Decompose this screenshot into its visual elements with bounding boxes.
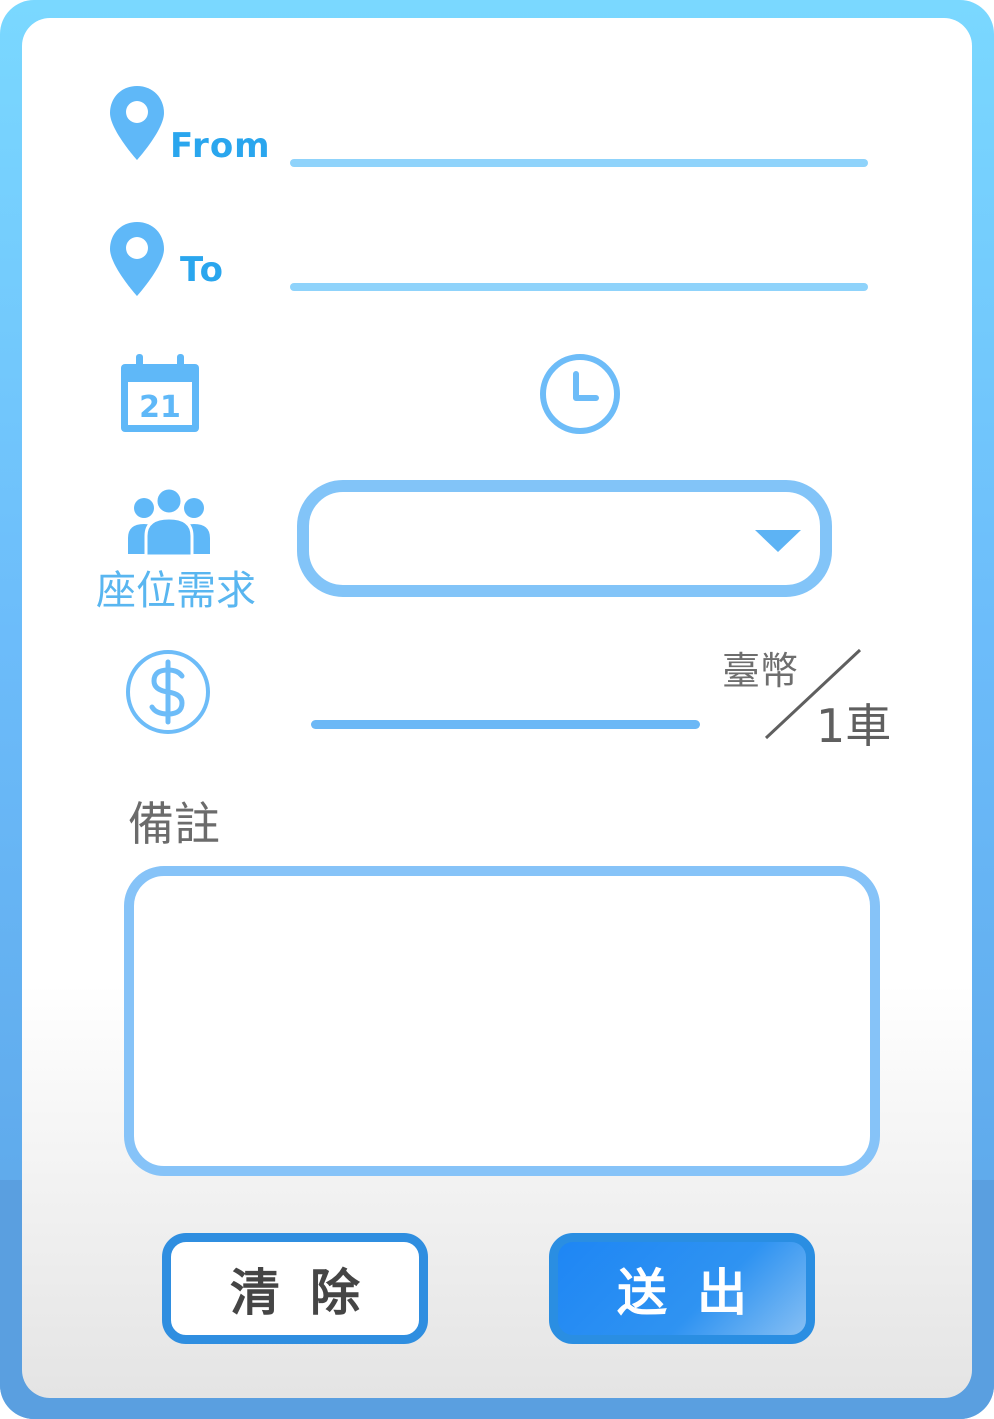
calendar-day-number: 21 bbox=[139, 390, 181, 425]
seat-requirement-label: 座位需求 bbox=[96, 568, 256, 614]
clock-icon[interactable] bbox=[538, 352, 622, 436]
dollar-icon bbox=[124, 650, 212, 734]
submit-button[interactable]: 送出 bbox=[549, 1233, 815, 1344]
people-icon bbox=[124, 486, 214, 558]
seat-select[interactable] bbox=[297, 480, 832, 597]
notes-textarea[interactable] bbox=[124, 866, 880, 1176]
to-label: To bbox=[180, 250, 225, 290]
map-pin-icon bbox=[108, 84, 166, 162]
clear-button[interactable]: 清除 bbox=[162, 1233, 428, 1344]
map-pin-icon bbox=[108, 220, 166, 298]
notes-label: 備註 bbox=[128, 797, 220, 851]
from-input[interactable] bbox=[290, 159, 868, 167]
chevron-down-icon[interactable] bbox=[755, 530, 801, 552]
price-input[interactable] bbox=[311, 720, 700, 729]
calendar-icon[interactable]: 21 bbox=[118, 352, 202, 436]
to-input[interactable] bbox=[290, 283, 868, 291]
from-label: From bbox=[170, 126, 271, 166]
per-unit-label: 1車 bbox=[816, 699, 892, 753]
